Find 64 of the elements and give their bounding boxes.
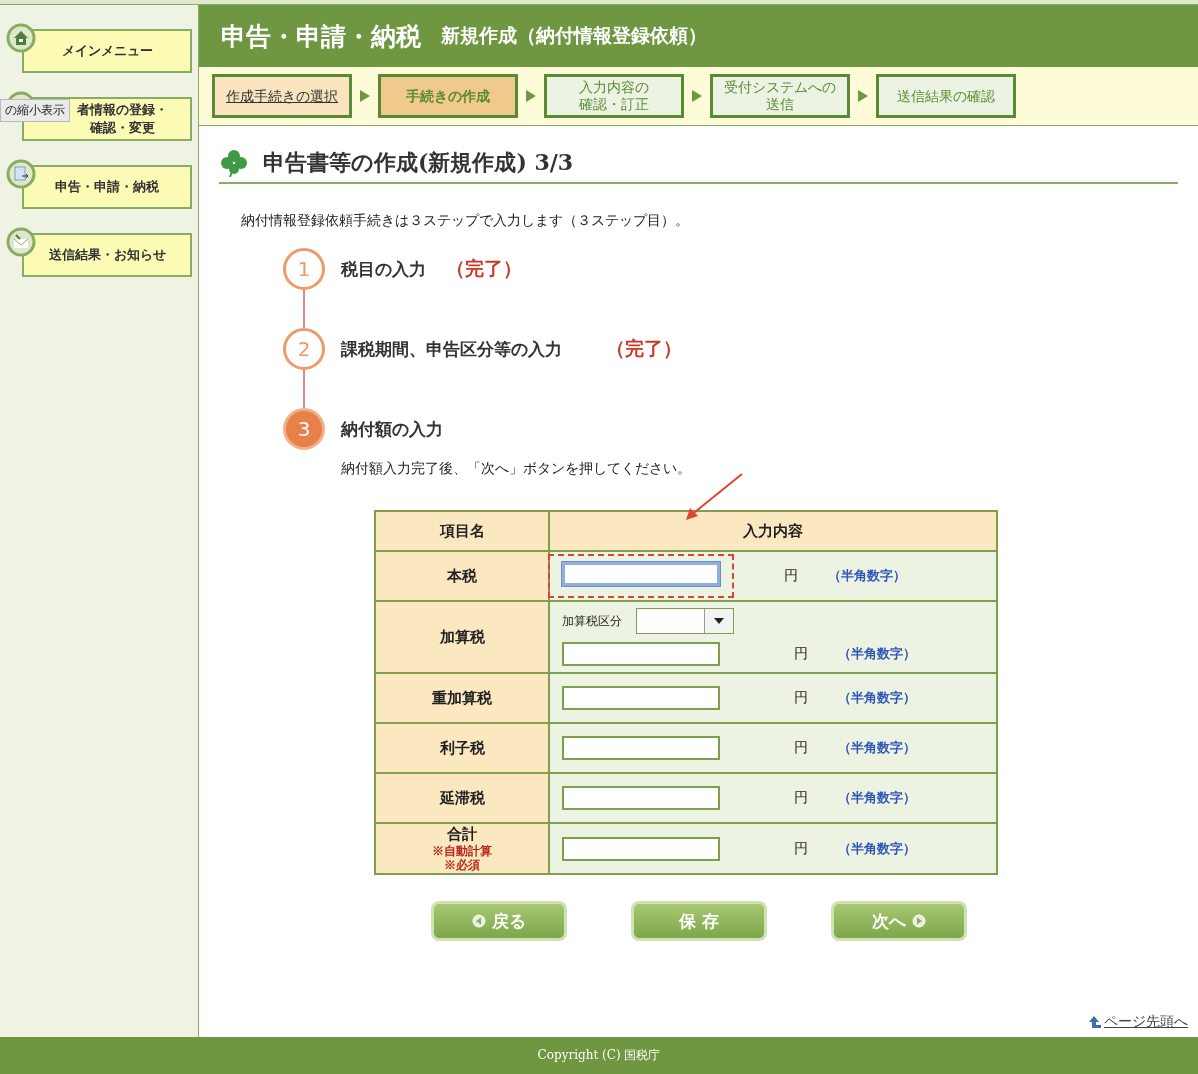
item-name: 合計 [447, 825, 477, 844]
hint-text: （半角数字） [838, 789, 916, 807]
hint-text: （半角数字） [838, 839, 916, 858]
amount-field[interactable] [562, 786, 720, 810]
step-item: 入力内容の 確認・訂正 [544, 74, 684, 118]
step-status: （完了） [446, 256, 522, 281]
page-top-link[interactable]: ページ先頭へ [1104, 1013, 1188, 1031]
sidebar-item[interactable]: 送信結果・お知らせ [22, 233, 192, 277]
amount-field[interactable] [562, 642, 720, 666]
up-arrow-icon [1088, 1015, 1102, 1029]
sidebar-item[interactable]: メインメニュー [22, 29, 192, 73]
item-name: 延滞税 [439, 788, 485, 808]
triangle-icon [526, 90, 536, 102]
column-header: 項目名 [375, 511, 549, 551]
item-name: 重加算税 [432, 688, 492, 708]
step-number: 3 [283, 408, 325, 450]
amount-field[interactable] [562, 686, 720, 710]
hint-text: （半角数字） [838, 645, 916, 663]
step-number: 1 [283, 248, 325, 290]
item-name: 本税 [447, 566, 477, 586]
page-header-title: 申告・申請・納税 [221, 20, 421, 53]
step-label: 課税期間、申告区分等の入力 [341, 337, 562, 361]
unit-label: 円 [794, 789, 808, 807]
annotation-arrow [684, 472, 744, 522]
unit-label: 円 [784, 567, 798, 585]
step-item: 受付システムへの 送信 [710, 74, 850, 118]
unit-label: 円 [794, 739, 808, 757]
dropdown[interactable] [636, 608, 734, 634]
step-item: 送信結果の確認 [876, 74, 1016, 118]
section-title: 申告書等の作成(新規作成) 3/3 [263, 148, 574, 177]
step-status: （完了） [606, 336, 682, 361]
intro-text: 納付情報登録依頼手続きは３ステップで入力します（３ステップ目）。 [241, 212, 690, 230]
step-number: 2 [283, 328, 325, 370]
column-header: 入力内容 [549, 511, 997, 551]
instruction-text: 納付額入力完了後、「次へ」ボタンを押してください。 [341, 460, 691, 478]
required-note: ※必須 [444, 858, 480, 872]
tooltip: の縮小表示 [0, 99, 70, 122]
document-icon [6, 159, 36, 189]
unit-label: 円 [794, 839, 808, 858]
triangle-icon [858, 90, 868, 102]
hint-text: （半角数字） [838, 689, 916, 707]
page-header-subtitle: 新規作成（納付情報登録依頼） [441, 23, 707, 48]
required-note: ※自動計算 [432, 844, 492, 858]
copyright-text: Copyright (C) 国税庁 [537, 1047, 661, 1064]
amount-field[interactable] [562, 736, 720, 760]
amount-field[interactable] [562, 562, 720, 586]
step-label: 納付額の入力 [341, 417, 443, 441]
triangle-icon [360, 90, 370, 102]
select-label: 加算税区分 [562, 612, 622, 630]
hint-text: （半角数字） [828, 567, 906, 585]
sidebar-item[interactable]: 申告・申請・納税 [22, 165, 192, 209]
clover-icon [219, 148, 249, 178]
triangle-icon [692, 90, 702, 102]
unit-label: 円 [794, 645, 808, 663]
envelope-icon [6, 227, 36, 257]
caret-icon [714, 618, 724, 624]
unit-label: 円 [794, 689, 808, 707]
house-icon [6, 23, 36, 53]
hint-text: （半角数字） [838, 739, 916, 757]
step-item: 手続きの作成 [378, 74, 518, 118]
item-name: 加算税 [439, 627, 485, 647]
step-label: 税目の入力 [341, 257, 426, 281]
item-name: 利子税 [439, 738, 485, 758]
amount-field[interactable] [562, 836, 720, 861]
